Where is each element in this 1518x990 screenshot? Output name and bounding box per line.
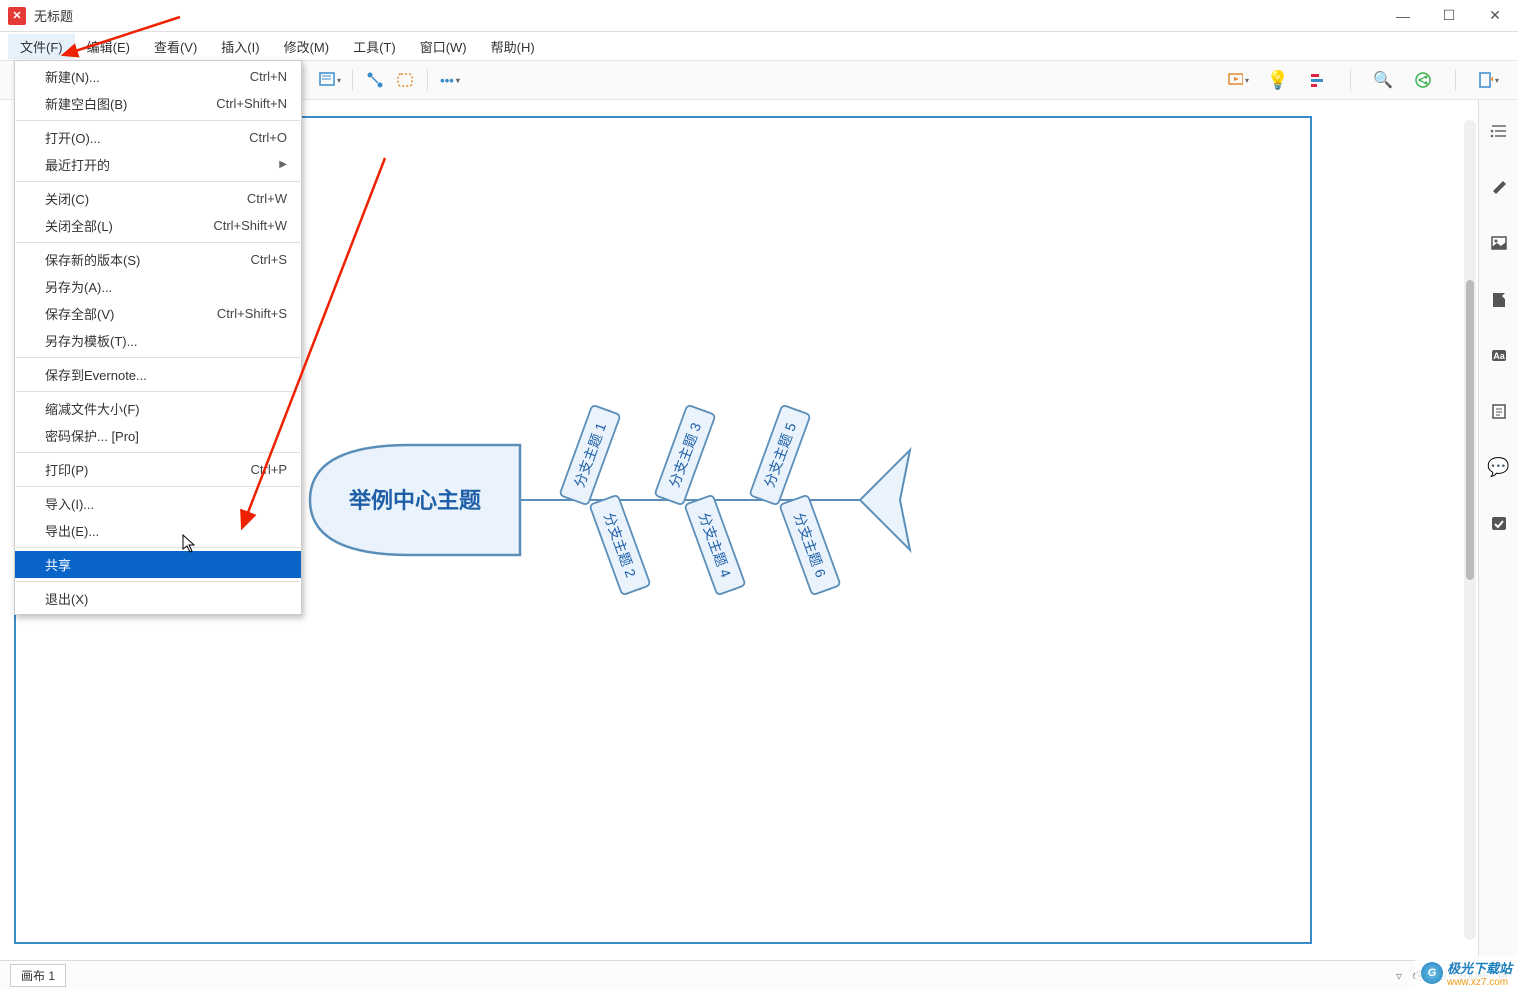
menu-item-label: 关闭(C): [45, 189, 89, 208]
menu-separator: [16, 391, 300, 392]
file-menu-item[interactable]: 保存全部(V) Ctrl+Shift+S: [15, 300, 301, 327]
menu-item-shortcut: Ctrl+W: [247, 191, 287, 206]
menu-item-label: 关闭全部(L): [45, 216, 113, 235]
menu-item-label: 打印(P): [45, 460, 88, 479]
menu-separator: [16, 581, 300, 582]
menu-item-label: 导入(I)...: [45, 494, 94, 513]
menu-item-label: 打开(O)...: [45, 128, 101, 147]
export-icon[interactable]: ▾: [1476, 68, 1500, 92]
file-menu-item[interactable]: 另存为(A)...: [15, 273, 301, 300]
menu-item-label: 保存全部(V): [45, 304, 114, 323]
outline-panel-icon[interactable]: [1488, 120, 1510, 142]
menu-separator: [16, 547, 300, 548]
menu-item-label: 密码保护... [Pro]: [45, 426, 139, 445]
file-menu-item[interactable]: 新建(N)... Ctrl+N: [15, 63, 301, 90]
menu-item-shortcut: Ctrl+Shift+N: [216, 96, 287, 111]
window-title: 无标题: [34, 6, 1380, 25]
file-menu-item[interactable]: 最近打开的 ▶: [15, 151, 301, 178]
file-menu-item[interactable]: 关闭全部(L) Ctrl+Shift+W: [15, 212, 301, 239]
share-icon[interactable]: [1411, 68, 1435, 92]
menu-item-label: 缩减文件大小(F): [45, 399, 140, 418]
file-menu-item[interactable]: 导入(I)...: [15, 490, 301, 517]
file-menu-item[interactable]: 新建空白图(B) Ctrl+Shift+N: [15, 90, 301, 117]
image-panel-icon[interactable]: [1488, 232, 1510, 254]
svg-text:Aa: Aa: [1493, 351, 1505, 361]
file-menu-item[interactable]: 共享: [15, 551, 301, 578]
file-menu-item[interactable]: 打开(O)... Ctrl+O: [15, 124, 301, 151]
menu-insert[interactable]: 插入(I): [209, 34, 271, 59]
menu-item-label: 导出(E)...: [45, 521, 99, 540]
file-menu-item[interactable]: 打印(P) Ctrl+P: [15, 456, 301, 483]
file-menu-item[interactable]: 退出(X): [15, 585, 301, 612]
text-panel-icon[interactable]: Aa: [1488, 344, 1510, 366]
sheet-tab[interactable]: 画布 1: [10, 964, 66, 987]
comments-panel-icon[interactable]: 💬: [1488, 456, 1510, 478]
menu-item-label: 共享: [45, 555, 71, 574]
vertical-scrollbar[interactable]: [1464, 120, 1476, 940]
file-menu-item[interactable]: 导出(E)...: [15, 517, 301, 544]
close-button[interactable]: ✕: [1472, 0, 1518, 32]
menu-item-shortcut: Ctrl+Shift+W: [213, 218, 287, 233]
relationship-icon[interactable]: [363, 68, 387, 92]
menu-file[interactable]: 文件(F): [8, 34, 75, 59]
menubar: 文件(F) 编辑(E) 查看(V) 插入(I) 修改(M) 工具(T) 窗口(W…: [0, 32, 1518, 60]
idea-icon[interactable]: 💡: [1266, 68, 1290, 92]
file-menu-item[interactable]: 缩减文件大小(F): [15, 395, 301, 422]
menu-modify[interactable]: 修改(M): [272, 34, 342, 59]
minimize-button[interactable]: —: [1380, 0, 1426, 32]
menu-item-label: 另存为模板(T)...: [45, 331, 137, 350]
file-menu-item[interactable]: 保存到Evernote...: [15, 361, 301, 388]
file-menu-item[interactable]: 关闭(C) Ctrl+W: [15, 185, 301, 212]
side-panel: Aa 💬: [1478, 100, 1518, 960]
menu-item-label: 退出(X): [45, 589, 88, 608]
gantt-icon[interactable]: [1306, 68, 1330, 92]
filter-icon[interactable]: ▿: [1396, 969, 1402, 983]
menu-item-label: 新建空白图(B): [45, 94, 127, 113]
presentation-icon[interactable]: ▾: [1226, 68, 1250, 92]
menu-item-shortcut: Ctrl+N: [250, 69, 287, 84]
file-menu-dropdown: 新建(N)... Ctrl+N 新建空白图(B) Ctrl+Shift+N 打开(O).…: [14, 60, 302, 615]
menu-item-label: 最近打开的: [45, 155, 110, 174]
search-icon[interactable]: 🔍: [1371, 68, 1395, 92]
file-menu-item[interactable]: 另存为模板(T)...: [15, 327, 301, 354]
menu-separator: [16, 181, 300, 182]
menu-item-label: 新建(N)...: [45, 67, 100, 86]
central-topic: 举例中心主题: [348, 488, 482, 513]
watermark: G 极光下载站 www.xz7.com: [1415, 956, 1518, 990]
app-logo: [8, 7, 26, 25]
menu-tools[interactable]: 工具(T): [341, 34, 408, 59]
menu-separator: [16, 242, 300, 243]
menu-separator: [16, 120, 300, 121]
menu-item-shortcut: Ctrl+Shift+S: [217, 306, 287, 321]
menu-separator: [16, 452, 300, 453]
fishbone-diagram[interactable]: 举例中心主题 分支主题 1分支主题 3分支主题 5 分支主题 2分支主题 4分支…: [300, 380, 950, 680]
menu-item-label: 保存新的版本(S): [45, 250, 140, 269]
menu-view[interactable]: 查看(V): [142, 34, 209, 59]
menu-item-label: 保存到Evernote...: [45, 365, 147, 384]
watermark-text: 极光下载站: [1447, 958, 1512, 977]
menu-item-shortcut: Ctrl+P: [251, 462, 287, 477]
statusbar: 画布 1 ▿ 👁 ⊖ 100% ⊕: [0, 960, 1518, 990]
menu-separator: [16, 486, 300, 487]
notes-panel-icon[interactable]: [1488, 400, 1510, 422]
menu-window[interactable]: 窗口(W): [408, 34, 479, 59]
outline-icon[interactable]: ▾: [318, 68, 342, 92]
menu-help[interactable]: 帮助(H): [479, 34, 547, 59]
menu-edit[interactable]: 编辑(E): [75, 34, 142, 59]
maximize-button[interactable]: ☐: [1426, 0, 1472, 32]
menu-item-shortcut: Ctrl+O: [249, 130, 287, 145]
submenu-arrow-icon: ▶: [279, 159, 287, 170]
menu-item-shortcut: Ctrl+S: [251, 252, 287, 267]
file-menu-item[interactable]: 保存新的版本(S) Ctrl+S: [15, 246, 301, 273]
boundary-icon[interactable]: [393, 68, 417, 92]
more-icon[interactable]: •••▾: [438, 68, 462, 92]
format-panel-icon[interactable]: [1488, 176, 1510, 198]
task-panel-icon[interactable]: [1488, 512, 1510, 534]
marker-panel-icon[interactable]: [1488, 288, 1510, 310]
watermark-url: www.xz7.com: [1447, 977, 1512, 988]
menu-separator: [16, 357, 300, 358]
menu-item-label: 另存为(A)...: [45, 277, 112, 296]
file-menu-item[interactable]: 密码保护... [Pro]: [15, 422, 301, 449]
